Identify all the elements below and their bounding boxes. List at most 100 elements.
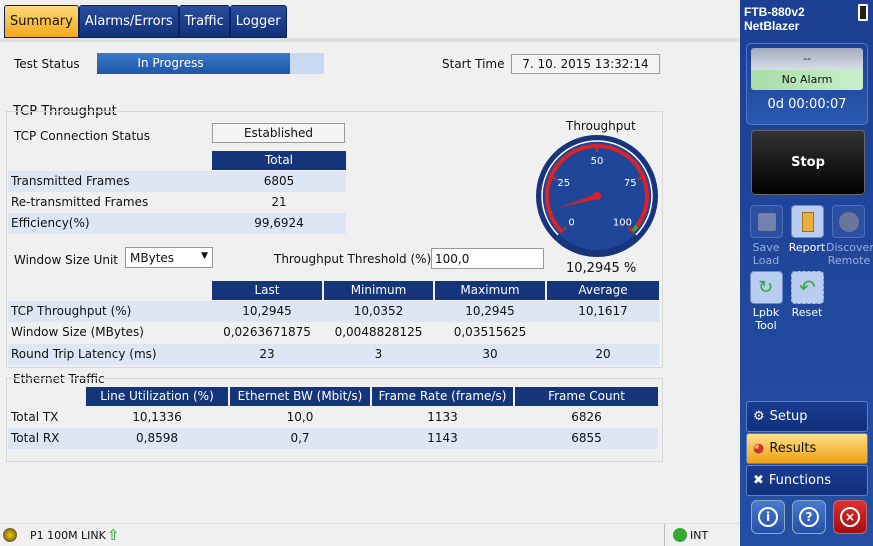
- row-value: 21: [271, 195, 287, 209]
- tab-bar: Summary Alarms/Errors Traffic Logger: [4, 5, 287, 38]
- stats-cell: 3: [374, 347, 383, 361]
- stats-cell: 0,0048828125: [334, 325, 423, 339]
- gauge-tick-label: 50: [591, 156, 604, 167]
- stats-cell: 30: [482, 347, 498, 361]
- reset-label: Reset: [791, 306, 823, 319]
- stats-cell: 10,0352: [353, 304, 404, 318]
- test-timer: 0d 00:00:07: [767, 97, 847, 112]
- tcp-conn-value: Established: [212, 123, 345, 143]
- ethernet-header: Frame Rate (frame/s): [372, 387, 513, 406]
- stats-cell: 23: [259, 347, 275, 361]
- battery-icon: [858, 4, 868, 21]
- stop-button[interactable]: Stop: [751, 130, 865, 195]
- window-unit-select[interactable]: MBytes ▼: [125, 247, 213, 268]
- help-button[interactable]: ?: [792, 500, 826, 534]
- clipboard-icon: [802, 212, 814, 232]
- stats-row: Window Size (MBytes) 0,0263671875 0,004882…: [8, 322, 659, 343]
- ethernet-cell: 0,7: [290, 431, 310, 445]
- clock-sync-icon: [673, 528, 687, 542]
- info-button[interactable]: i: [751, 500, 785, 534]
- gauge-tick-label: 100: [613, 217, 632, 228]
- ethernet-cell: 6855: [571, 431, 602, 445]
- save-load-label: Save Load: [752, 241, 780, 267]
- divider: [0, 38, 740, 42]
- gauge-tick-label: 75: [624, 178, 637, 189]
- stats-header: Minimum: [324, 281, 433, 300]
- row-label: Total TX: [11, 410, 59, 424]
- tab-summary[interactable]: Summary: [4, 5, 79, 38]
- report-button[interactable]: [791, 205, 824, 238]
- window-unit-label: Window Size Unit: [14, 253, 119, 267]
- ethernet-cell: 0,8598: [136, 431, 178, 445]
- status-bar: P1 100M LINK ⇧ INT: [0, 523, 740, 546]
- ethernet-header: Line Utilization (%): [86, 387, 228, 406]
- test-status-progress: In Progress: [97, 53, 324, 74]
- gauge-readout: 10,2945 %: [566, 261, 637, 276]
- close-icon: ×: [840, 507, 860, 527]
- functions-button[interactable]: ✖ Functions: [746, 465, 868, 496]
- threshold-input[interactable]: 100,0: [431, 248, 544, 269]
- tools-icon: ✖: [753, 473, 764, 488]
- tcp-conn-label: TCP Connection Status: [14, 129, 151, 143]
- ethernet-header: Ethernet BW (Mbit/s): [230, 387, 370, 406]
- alarm-status: No Alarm: [751, 70, 863, 90]
- lpbk-tool-button[interactable]: ↻: [750, 271, 783, 304]
- product-name: NetBlazer: [744, 19, 800, 33]
- device-name: FTB-880v2: [744, 5, 805, 19]
- throughput-gauge: 0 25 50 75 100: [536, 135, 658, 257]
- threshold-label: Throughput Threshold (%): [274, 252, 432, 266]
- stats-header: Maximum: [435, 281, 545, 300]
- gauge-tick-label: 25: [557, 178, 570, 189]
- reset-button[interactable]: ↶: [791, 271, 824, 304]
- setup-button[interactable]: ⚙ Setup: [746, 401, 868, 432]
- results-button[interactable]: ◕ Results: [746, 433, 868, 464]
- stats-cell: 0,03515625: [453, 325, 527, 339]
- tab-traffic[interactable]: Traffic: [178, 5, 230, 38]
- total-header: Total: [212, 151, 346, 170]
- discover-remote-button[interactable]: [832, 205, 865, 238]
- sidebar: FTB-880v2 NetBlazer -- No Alarm 0d 00:00…: [740, 0, 873, 546]
- tcp-total-row: Re-transmitted Frames 21: [8, 192, 346, 213]
- stats-cell: 10,1617: [578, 304, 628, 318]
- row-value: 6805: [263, 174, 295, 188]
- window-unit-value: MBytes: [130, 251, 175, 265]
- lpbk-tool-label: Lpbk Tool: [752, 306, 780, 332]
- power-icon: [3, 528, 17, 542]
- stats-cell: 10,2945: [465, 304, 515, 318]
- row-value: 99,6924: [254, 216, 304, 230]
- ethernet-header: Frame Count: [515, 387, 658, 406]
- discover-remote-label: Discover Remote: [826, 241, 873, 267]
- stats-row: TCP Throughput (%) 10,2945 10,0352 10,2945 1…: [8, 301, 659, 322]
- stats-cell: 10,2945: [242, 304, 292, 318]
- tab-alarms-errors[interactable]: Alarms/Errors: [78, 5, 179, 38]
- row-label: Total RX: [11, 431, 60, 445]
- ethernet-cell: 1133: [427, 410, 458, 424]
- save-load-button[interactable]: [750, 205, 783, 238]
- tcp-total-row: Transmitted Frames 6805: [8, 171, 346, 192]
- ethernet-row: Total TX 10,1336 10,0 1133 6826: [8, 407, 658, 428]
- clock-source: INT: [690, 529, 709, 542]
- start-time-value: 7. 10. 2015 13:32:14: [511, 54, 660, 74]
- gauge-title: Throughput: [566, 119, 636, 133]
- stats-cell: 20: [595, 347, 611, 361]
- wrench-loop-icon: ↻: [758, 277, 774, 298]
- tab-logger[interactable]: Logger: [229, 5, 287, 38]
- row-label: Efficiency(%): [11, 216, 90, 230]
- discover-icon: [839, 212, 859, 232]
- start-time-label: Start Time: [442, 57, 505, 71]
- link-status: LINK: [81, 529, 106, 542]
- stats-header: Average: [547, 281, 659, 300]
- close-button[interactable]: ×: [833, 500, 867, 534]
- gauge-tick-label: 0: [568, 217, 574, 228]
- gear-icon: ⚙: [753, 409, 765, 424]
- alarm-top: --: [751, 48, 863, 70]
- row-label: Transmitted Frames: [11, 174, 130, 188]
- chevron-down-icon: ▼: [201, 251, 208, 261]
- alarm-panel: -- No Alarm 0d 00:00:07: [746, 43, 868, 125]
- link-up-arrow-icon: ⇧: [107, 526, 120, 544]
- stats-header: Last: [212, 281, 322, 300]
- ethernet-cell: 1143: [427, 431, 458, 445]
- ethernet-cell: 10,1336: [132, 410, 182, 424]
- info-icon: i: [758, 507, 778, 527]
- divider: [664, 524, 665, 546]
